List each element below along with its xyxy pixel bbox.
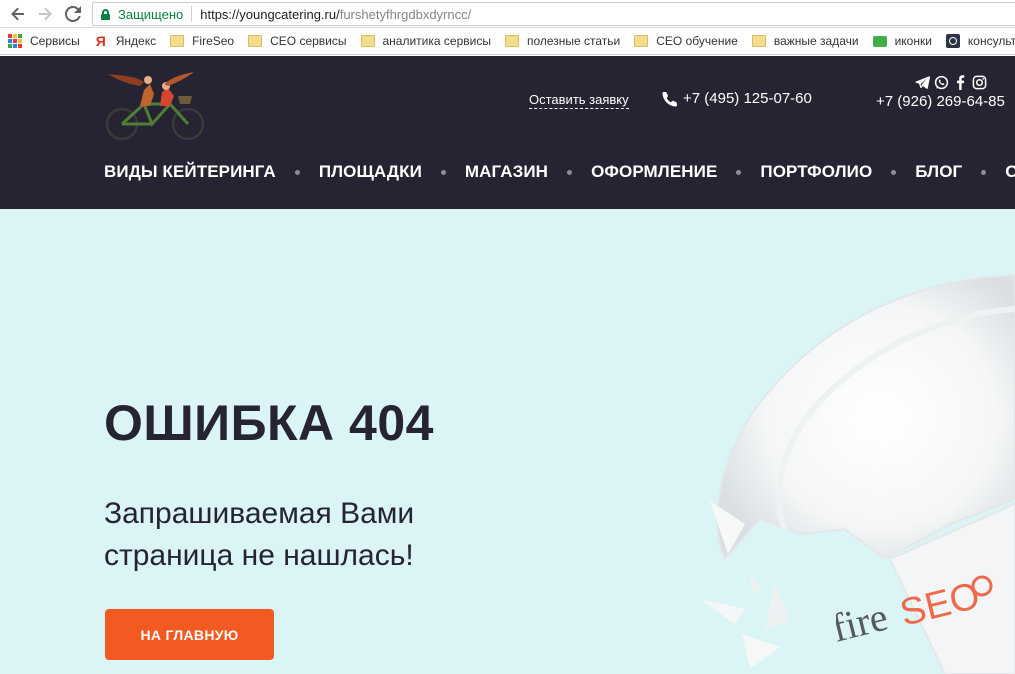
reload-button[interactable] — [63, 4, 83, 24]
bookmark-label: консульта — [967, 34, 1015, 48]
folder-icon — [170, 34, 185, 48]
url-host: https://youngcatering.ru/ — [200, 6, 340, 22]
main-nav: ВИДЫ КЕЙТЕРИНГА ПЛОЩАДКИ МАГАЗИН ОФОРМЛЕ… — [104, 162, 1015, 182]
bookmark-label: Сервисы — [30, 34, 80, 48]
bookmark-useful-articles[interactable]: полезные статьи — [504, 34, 621, 48]
bookmark-yandex[interactable]: Я Яндекс — [94, 33, 157, 49]
logo[interactable] — [104, 66, 208, 142]
bookmark-seo-services[interactable]: СЕО сервисы — [248, 34, 347, 48]
lock-icon — [101, 8, 110, 20]
folder-icon — [360, 34, 375, 48]
error-message: Запрашиваемая Вами страница не нашлась! — [104, 493, 484, 577]
arrow-right-icon — [39, 7, 52, 21]
telegram-icon[interactable] — [915, 75, 930, 90]
bookmark-label: FireSeo — [192, 34, 235, 48]
error-title: ОШИБКА 404 — [104, 395, 434, 451]
facebook-icon[interactable] — [953, 75, 968, 90]
request-link[interactable]: Оставить заявку — [529, 92, 629, 109]
bookmark-label: важные задачи — [773, 34, 859, 48]
bookmark-label: СЕО сервисы — [270, 34, 347, 48]
bookmark-label: аналитика сервисы — [382, 34, 491, 48]
folder-icon — [634, 34, 649, 48]
dark-app-icon — [945, 34, 960, 48]
yandex-icon: Я — [95, 33, 106, 49]
folder-icon — [504, 34, 519, 48]
omnibox-divider — [191, 6, 193, 22]
bookmarks-bar: Сервисы Я Яндекс FireSeo СЕО сервисы ана… — [0, 28, 1015, 55]
nav-item-venues[interactable]: ПЛОЩАДКИ — [319, 162, 422, 182]
bookmark-icons[interactable]: иконки — [872, 34, 932, 48]
green-app-icon — [872, 34, 887, 48]
bookmark-services[interactable]: Сервисы — [8, 34, 80, 48]
error-hero: fire SEO ОШИБКА 404 Запрашиваемая Вами с… — [0, 209, 1015, 674]
apps-grid-icon — [8, 34, 22, 48]
nav-separator — [294, 169, 300, 175]
folder-icon — [751, 34, 766, 48]
address-field[interactable]: Защищено https://youngcatering.ru/furshe… — [92, 2, 1015, 26]
fireseo-watermark: fire SEO — [836, 575, 993, 649]
home-button[interactable]: НА ГЛАВНУЮ — [105, 609, 274, 660]
nav-item-catering-types[interactable]: ВИДЫ КЕЙТЕРИНГА — [104, 162, 276, 182]
bookmark-label: полезные статьи — [526, 34, 621, 48]
phone-1-number: +7 (495) 125-07-60 — [683, 90, 812, 107]
social-links — [915, 75, 987, 90]
phone-1[interactable]: +7 (495) 125-07-60 — [662, 90, 812, 107]
reload-icon — [65, 6, 81, 22]
nav-separator — [981, 169, 987, 175]
nav-item-portfolio[interactable]: ПОРТФОЛИО — [760, 162, 872, 182]
bookmark-fireseo[interactable]: FireSeo — [170, 34, 234, 48]
phone-2[interactable]: +7 (926) 269-64-85 — [876, 93, 1005, 110]
nav-separator — [736, 169, 742, 175]
watermark-seo: SEO — [896, 575, 984, 635]
forward-button[interactable] — [35, 4, 55, 24]
folder-icon — [248, 34, 263, 48]
url-path: furshetyfhrgdbxdyrncc/ — [339, 6, 472, 22]
bookmark-analytics[interactable]: аналитика сервисы — [360, 34, 491, 48]
arrow-left-icon — [11, 7, 24, 21]
bookmark-label: иконки — [894, 34, 932, 48]
bookmark-important-tasks[interactable]: важные задачи — [751, 34, 859, 48]
nav-separator — [567, 169, 573, 175]
nav-item-decoration[interactable]: ОФОРМЛЕНИЕ — [591, 162, 717, 182]
phone-icon — [662, 91, 677, 106]
nav-item-reviews[interactable]: ОТЗ — [1005, 162, 1015, 182]
phone-2-number: +7 (926) 269-64-85 — [876, 93, 1005, 110]
secure-label: Защищено — [118, 6, 184, 22]
bookmark-consulting[interactable]: консульта — [945, 34, 1015, 48]
watermark-fire: fire — [836, 594, 892, 649]
nav-separator — [891, 169, 897, 175]
bookmark-label: СЕО обучение — [656, 34, 738, 48]
nav-item-blog[interactable]: БЛОГ — [915, 162, 962, 182]
nav-separator — [440, 169, 446, 175]
error-message-line-1: Запрашиваемая Вами — [104, 497, 415, 530]
nav-item-shop[interactable]: МАГАЗИН — [465, 162, 548, 182]
back-button[interactable] — [8, 4, 28, 24]
instagram-icon[interactable] — [972, 75, 987, 90]
browser-toolbar: Защищено https://youngcatering.ru/furshe… — [0, 0, 1015, 28]
whatsapp-icon[interactable] — [934, 75, 949, 90]
site-header: Оставить заявку +7 (495) 125-07-60 +7 (9… — [0, 56, 1015, 209]
bookmark-seo-training[interactable]: СЕО обучение — [634, 34, 738, 48]
bookmark-label: Яндекс — [115, 34, 157, 48]
error-message-line-2: страница не нашлась! — [104, 539, 414, 572]
